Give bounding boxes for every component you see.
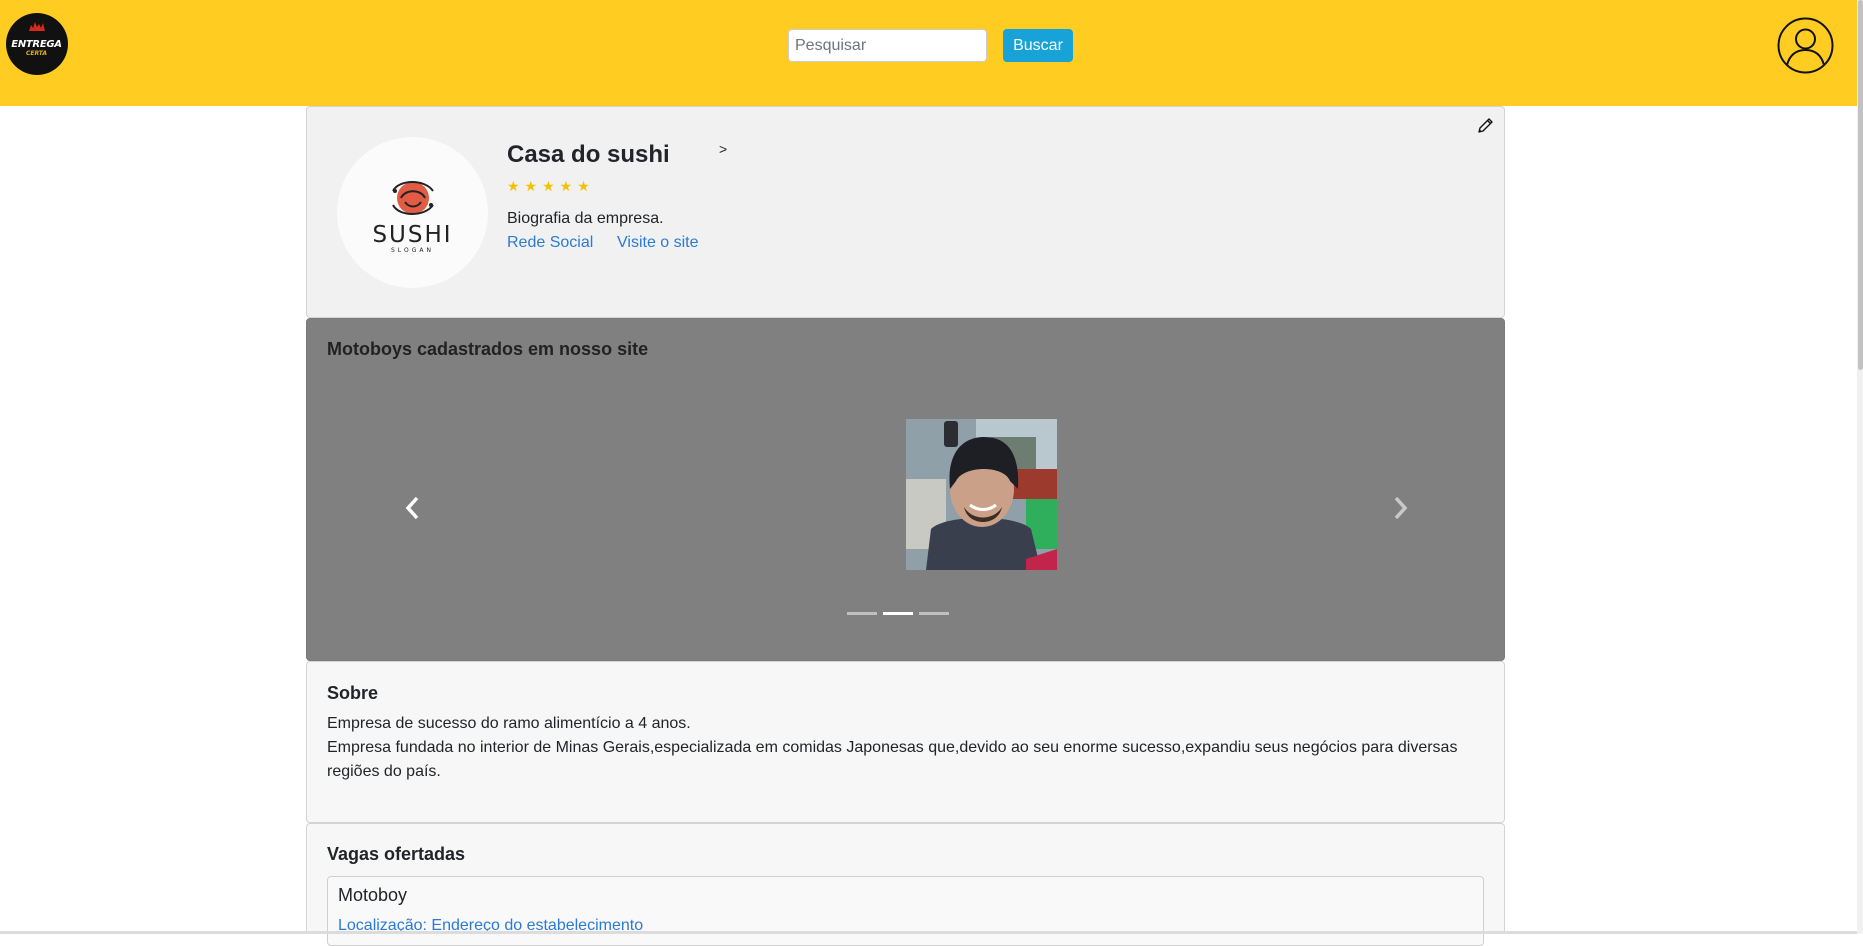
about-section: Sobre Empresa de sucesso do ramo aliment… — [306, 661, 1505, 823]
job-offer-card[interactable]: Motoboy Localização: Endereço do estabel… — [327, 876, 1484, 946]
job-title: Motoboy — [338, 885, 408, 905]
company-name: Casa do sushi — [507, 141, 670, 168]
rating-stars: ★★★★★ — [507, 178, 595, 194]
motoboy-photo — [906, 419, 1057, 570]
top-navbar: ENTREGA CERTA Buscar — [0, 0, 1857, 106]
user-account-icon[interactable] — [1777, 17, 1834, 74]
about-title: Sobre — [327, 683, 379, 703]
motoboys-carousel: Motoboys cadastrados em nosso site — [306, 318, 1505, 661]
brand-logo-subtext: CERTA — [25, 49, 48, 57]
flame-icon — [28, 22, 45, 31]
carousel-next-icon[interactable] — [1389, 495, 1411, 521]
company-logo: SUSHI SLOGAN — [337, 137, 488, 288]
job-offers-title: Vagas ofertadas — [327, 844, 466, 864]
search-button[interactable]: Buscar — [1003, 29, 1073, 62]
company-bio: Biografia da empresa. — [507, 210, 664, 227]
about-text-summary: Empresa de sucesso do ramo alimentício a… — [327, 715, 691, 732]
scrollbar-thumb[interactable] — [1858, 0, 1863, 370]
sushi-logo-icon — [391, 181, 434, 215]
pencil-edit-icon[interactable] — [1476, 117, 1494, 135]
brand-logo-text: ENTREGA — [11, 38, 62, 50]
carousel-title: Motoboys cadastrados em nosso site — [327, 339, 649, 359]
expand-arrow[interactable]: > — [719, 141, 727, 157]
brand-logo-badge: ENTREGA CERTA — [5, 13, 68, 75]
about-text-history: Empresa fundada no interior de Minas Ger… — [327, 739, 1458, 780]
company-logo-slogan: SLOGAN — [391, 247, 434, 254]
company-profile-card: SUSHI SLOGAN Casa do sushi > ★★★★★ Biogr… — [306, 106, 1505, 318]
company-logo-text: SUSHI — [372, 222, 453, 248]
social-network-link[interactable]: Rede Social — [507, 234, 593, 252]
carousel-indicator-2[interactable] — [883, 612, 913, 615]
carousel-indicator-3[interactable] — [919, 612, 949, 615]
brand-logo[interactable]: ENTREGA CERTA — [0, 4, 73, 84]
website-link[interactable]: Visite o site — [617, 234, 699, 252]
carousel-prev-icon[interactable] — [402, 495, 424, 521]
job-offers-section: Vagas ofertadas Motoboy Localização: End… — [306, 823, 1505, 946]
carousel-indicator-1[interactable] — [847, 612, 877, 615]
search-input[interactable] — [788, 29, 987, 62]
